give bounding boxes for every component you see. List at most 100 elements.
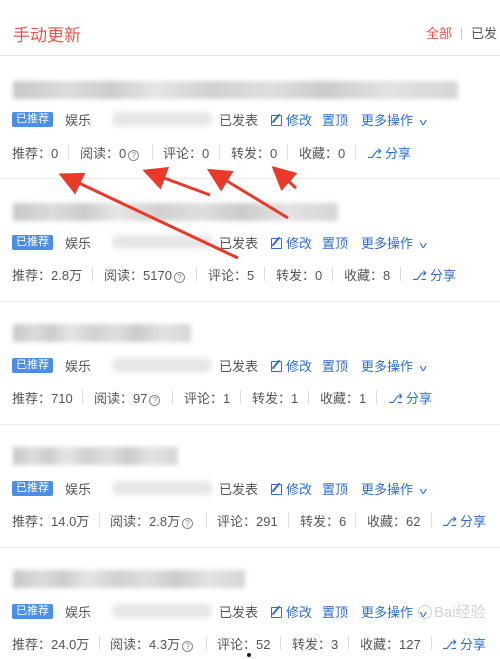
more-actions-button[interactable]: 更多操作 v (361, 110, 427, 129)
pin-button[interactable]: 置顶 (322, 233, 348, 252)
watermark-logo: Bai经验 (418, 601, 486, 622)
pin-button[interactable]: 置顶 (322, 479, 348, 498)
article-title-blurred[interactable] (13, 324, 191, 342)
status-label: 已发表 (219, 482, 259, 497)
share-icon: ⎇ (388, 391, 403, 406)
share-button[interactable]: ⎇ 分享 (442, 511, 486, 530)
recommend-count: 推荐：24.0万 (12, 637, 90, 652)
stats-divider (355, 145, 356, 159)
share-button[interactable]: ⎇ 分享 (388, 388, 432, 407)
stats-divider (196, 267, 197, 281)
more-actions-button[interactable]: 更多操作 v (361, 233, 427, 252)
pin-button[interactable]: 置顶 (322, 110, 348, 129)
share-button[interactable]: ⎇ 分享 (367, 143, 411, 162)
author-blurred (112, 235, 212, 249)
page-header: 手动更新 全部 已发 (0, 0, 500, 56)
page-title: 手动更新 (13, 26, 81, 45)
category-label: 娱乐 (65, 113, 92, 128)
chevron-down-icon: v (419, 363, 427, 373)
share-icon: ⎇ (442, 637, 457, 652)
chevron-down-icon: v (419, 117, 427, 127)
stats-divider (287, 145, 288, 159)
help-icon[interactable]: ? (173, 272, 185, 283)
recommended-tag: 已推荐 (12, 481, 53, 496)
stats-divider (400, 267, 401, 281)
edit-button[interactable]: 修改 (271, 356, 312, 375)
edit-icon (271, 607, 282, 618)
help-icon[interactable]: ? (149, 395, 161, 406)
article-title-blurred[interactable] (13, 81, 458, 99)
article-title-blurred[interactable] (13, 203, 338, 221)
stats-divider (206, 636, 207, 650)
edit-button[interactable]: 修改 (271, 233, 312, 252)
stats-divider (264, 267, 265, 281)
edit-button[interactable]: 修改 (271, 602, 312, 621)
category-label: 娱乐 (65, 482, 92, 497)
recommend-count: 推荐：710 (12, 391, 73, 406)
share-button[interactable]: ⎇ 分享 (412, 265, 456, 284)
repost-count: 转发：0 (231, 146, 278, 161)
read-count: 阅读：5170? (104, 265, 185, 284)
stats-divider (308, 390, 309, 404)
more-actions-button[interactable]: 更多操作 v (361, 602, 427, 621)
share-button[interactable]: ⎇ 分享 (442, 634, 486, 653)
article-title-blurred[interactable] (13, 570, 245, 588)
comment-count: 评论：1 (184, 391, 231, 406)
favorite-count: 收藏：8 (344, 268, 391, 283)
repost-count: 转发：6 (300, 514, 347, 529)
stats-divider (152, 145, 153, 159)
help-icon[interactable]: ? (182, 641, 194, 652)
status-label: 已发表 (219, 236, 259, 251)
comment-count: 评论：5 (208, 268, 255, 283)
edit-icon (271, 484, 282, 495)
stats-divider (280, 636, 281, 650)
favorite-count: 收藏：127 (360, 637, 421, 652)
recommend-count: 推荐：2.8万 (12, 268, 83, 283)
favorite-count: 收藏：0 (299, 146, 346, 161)
stats-divider (332, 267, 333, 281)
edit-button[interactable]: 修改 (271, 479, 312, 498)
help-icon[interactable]: ? (182, 518, 194, 529)
article-meta-row: 已推荐 娱乐 已发表 修改 置顶 更多操作 v (12, 232, 492, 252)
chevron-down-icon: v (419, 240, 427, 250)
article-title-blurred[interactable] (13, 447, 178, 465)
stats-divider (92, 267, 93, 281)
help-icon[interactable]: ? (128, 150, 140, 161)
stats-divider (376, 390, 377, 404)
recommended-tag: 已推荐 (12, 235, 53, 250)
stats-divider (68, 145, 69, 159)
pin-button[interactable]: 置顶 (322, 602, 348, 621)
stats-divider (288, 513, 289, 527)
status-filter: 全部 已发 (426, 23, 497, 42)
more-actions-button[interactable]: 更多操作 v (361, 479, 427, 498)
recommended-tag: 已推荐 (12, 604, 53, 619)
status-label: 已发表 (219, 605, 259, 620)
favorite-count: 收藏：62 (367, 514, 421, 529)
favorite-count: 收藏：1 (320, 391, 367, 406)
pin-button[interactable]: 置顶 (322, 356, 348, 375)
share-icon: ⎇ (367, 146, 382, 161)
more-actions-button[interactable]: 更多操作 v (361, 356, 427, 375)
article-item: 已推荐 娱乐 已发表 修改 置顶 更多操作 v 推荐：14.0万 阅读：2.8万?… (0, 425, 500, 548)
dot-marker (247, 653, 251, 657)
stats-divider (82, 390, 83, 404)
article-meta-row: 已推荐 娱乐 已发表 修改 置顶 更多操作 v (12, 109, 492, 129)
article-meta-row: 已推荐 娱乐 已发表 修改 置顶 更多操作 v (12, 355, 492, 375)
recommended-tag: 已推荐 (12, 112, 53, 127)
chevron-down-icon: v (419, 486, 427, 496)
filter-divider (461, 27, 463, 40)
filter-all[interactable]: 全部 (426, 26, 452, 41)
stats-divider (172, 390, 173, 404)
category-label: 娱乐 (65, 236, 92, 251)
filter-published[interactable]: 已发 (471, 26, 497, 41)
edit-icon (271, 238, 282, 249)
author-blurred (112, 481, 212, 495)
stats-divider (99, 513, 100, 527)
edit-icon (271, 115, 282, 126)
stats-divider (219, 145, 220, 159)
stats-divider (240, 390, 241, 404)
edit-button[interactable]: 修改 (271, 110, 312, 129)
share-icon: ⎇ (442, 514, 457, 529)
repost-count: 转发：0 (276, 268, 323, 283)
watermark-paw-icon (418, 605, 432, 619)
